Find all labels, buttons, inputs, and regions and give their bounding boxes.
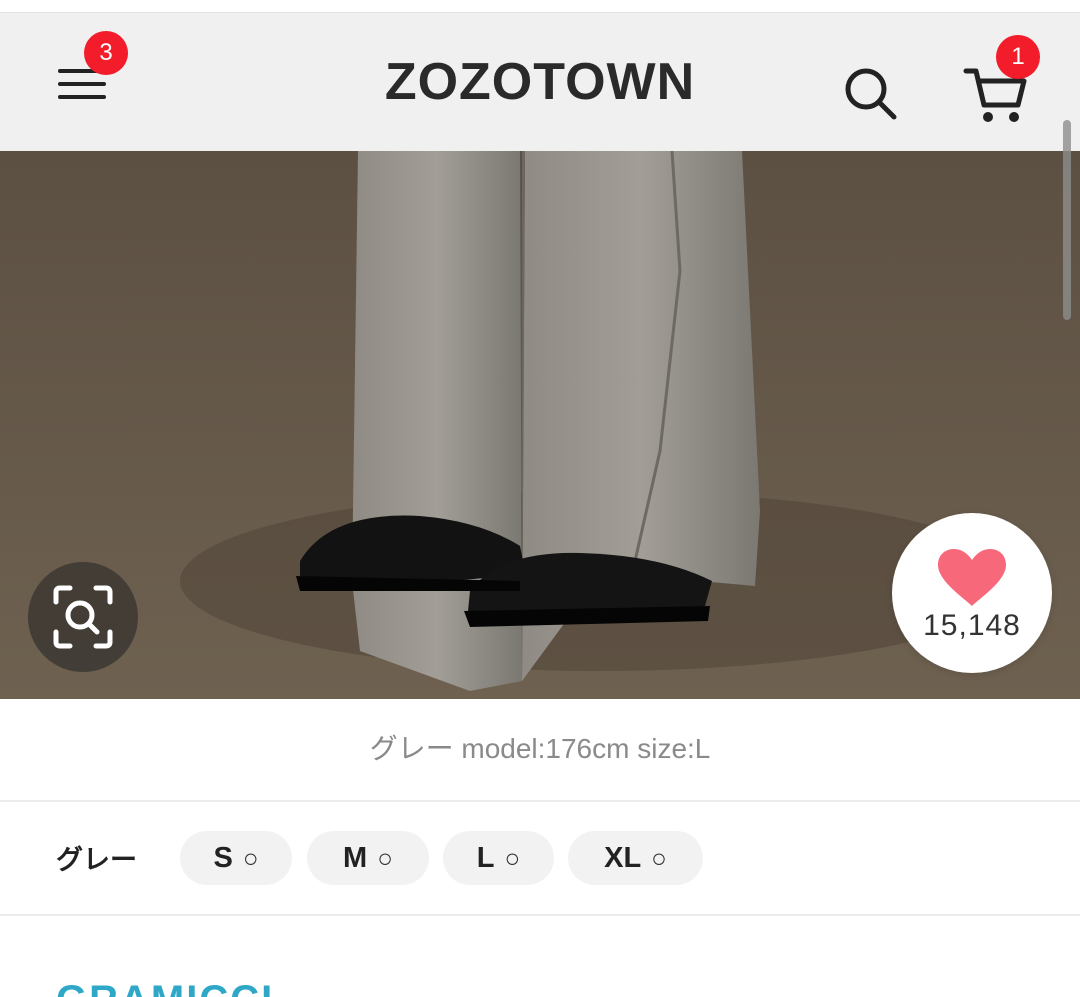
menu-badge: 3 — [84, 31, 128, 75]
stock-status: ○ — [651, 842, 667, 873]
zoom-scan-icon — [53, 585, 113, 649]
site-logo[interactable]: ZOZOTOWN — [340, 51, 740, 113]
menu-icon-bar — [58, 82, 106, 86]
stock-status: ○ — [377, 842, 393, 873]
search-button[interactable] — [842, 65, 900, 123]
color-label: グレー — [56, 845, 137, 876]
favorite-button[interactable]: 15,148 — [892, 513, 1052, 673]
favorite-count: 15,148 — [923, 609, 1021, 642]
status-strip — [0, 0, 1080, 13]
cart-badge: 1 — [996, 35, 1040, 79]
size-label: L — [476, 841, 495, 874]
search-icon — [845, 68, 897, 120]
stock-status: ○ — [504, 842, 521, 873]
menu-button[interactable]: 3 — [52, 31, 128, 109]
image-zoom-button[interactable] — [28, 562, 138, 672]
size-label: M — [343, 841, 368, 874]
size-option-l[interactable]: L ○ — [443, 831, 554, 885]
stock-status: ○ — [242, 842, 259, 873]
size-label: XL — [604, 841, 642, 874]
size-option-s[interactable]: S ○ — [180, 831, 292, 885]
size-option-m[interactable]: M ○ — [307, 831, 429, 885]
cart-button[interactable]: 1 — [962, 35, 1042, 127]
brand-name: GRAMICCI — [56, 984, 296, 997]
size-selector: グレー S ○ M ○ L ○ XL ○ — [0, 802, 1080, 916]
page-scrollbar[interactable] — [1063, 120, 1071, 320]
brand-logo-peek[interactable]: GRAMICCI — [56, 984, 296, 997]
size-label: S — [213, 841, 233, 874]
top-header: 3 ZOZOTOWN 1 — [0, 13, 1080, 151]
size-option-xl[interactable]: XL ○ — [568, 831, 703, 885]
image-caption: グレー model:176cm size:L — [0, 700, 1080, 802]
product-image[interactable]: 15,148 — [0, 151, 1080, 699]
heart-icon — [938, 549, 1006, 606]
menu-icon-bar — [58, 95, 106, 99]
